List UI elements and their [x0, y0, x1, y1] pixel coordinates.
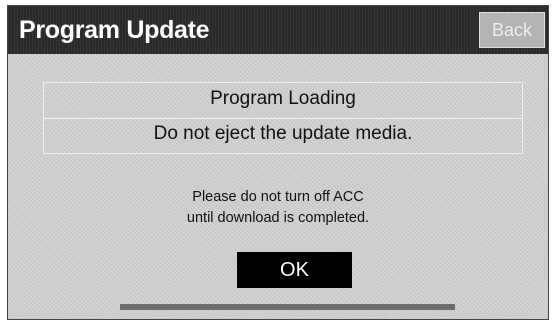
- screen-frame: Program Update Back Program Loading Do n…: [7, 5, 549, 320]
- ok-button[interactable]: OK: [237, 252, 352, 288]
- header-bar: Program Update Back: [8, 6, 548, 54]
- message-box: Program Loading Do not eject the update …: [43, 82, 523, 154]
- page-title: Program Update: [19, 16, 210, 44]
- progress-bar: [120, 304, 455, 310]
- message-line-eject-warning: Do not eject the update media.: [153, 123, 413, 144]
- content-area: Program Loading Do not eject the update …: [8, 54, 548, 319]
- progress-fill: [120, 304, 455, 310]
- back-button[interactable]: Back: [479, 12, 545, 48]
- note-line-download: until download is completed.: [186, 210, 370, 226]
- message-line-program-loading: Program Loading: [210, 88, 356, 109]
- note-line-acc: Please do not turn off ACC: [192, 189, 364, 205]
- message-divider: [44, 118, 522, 119]
